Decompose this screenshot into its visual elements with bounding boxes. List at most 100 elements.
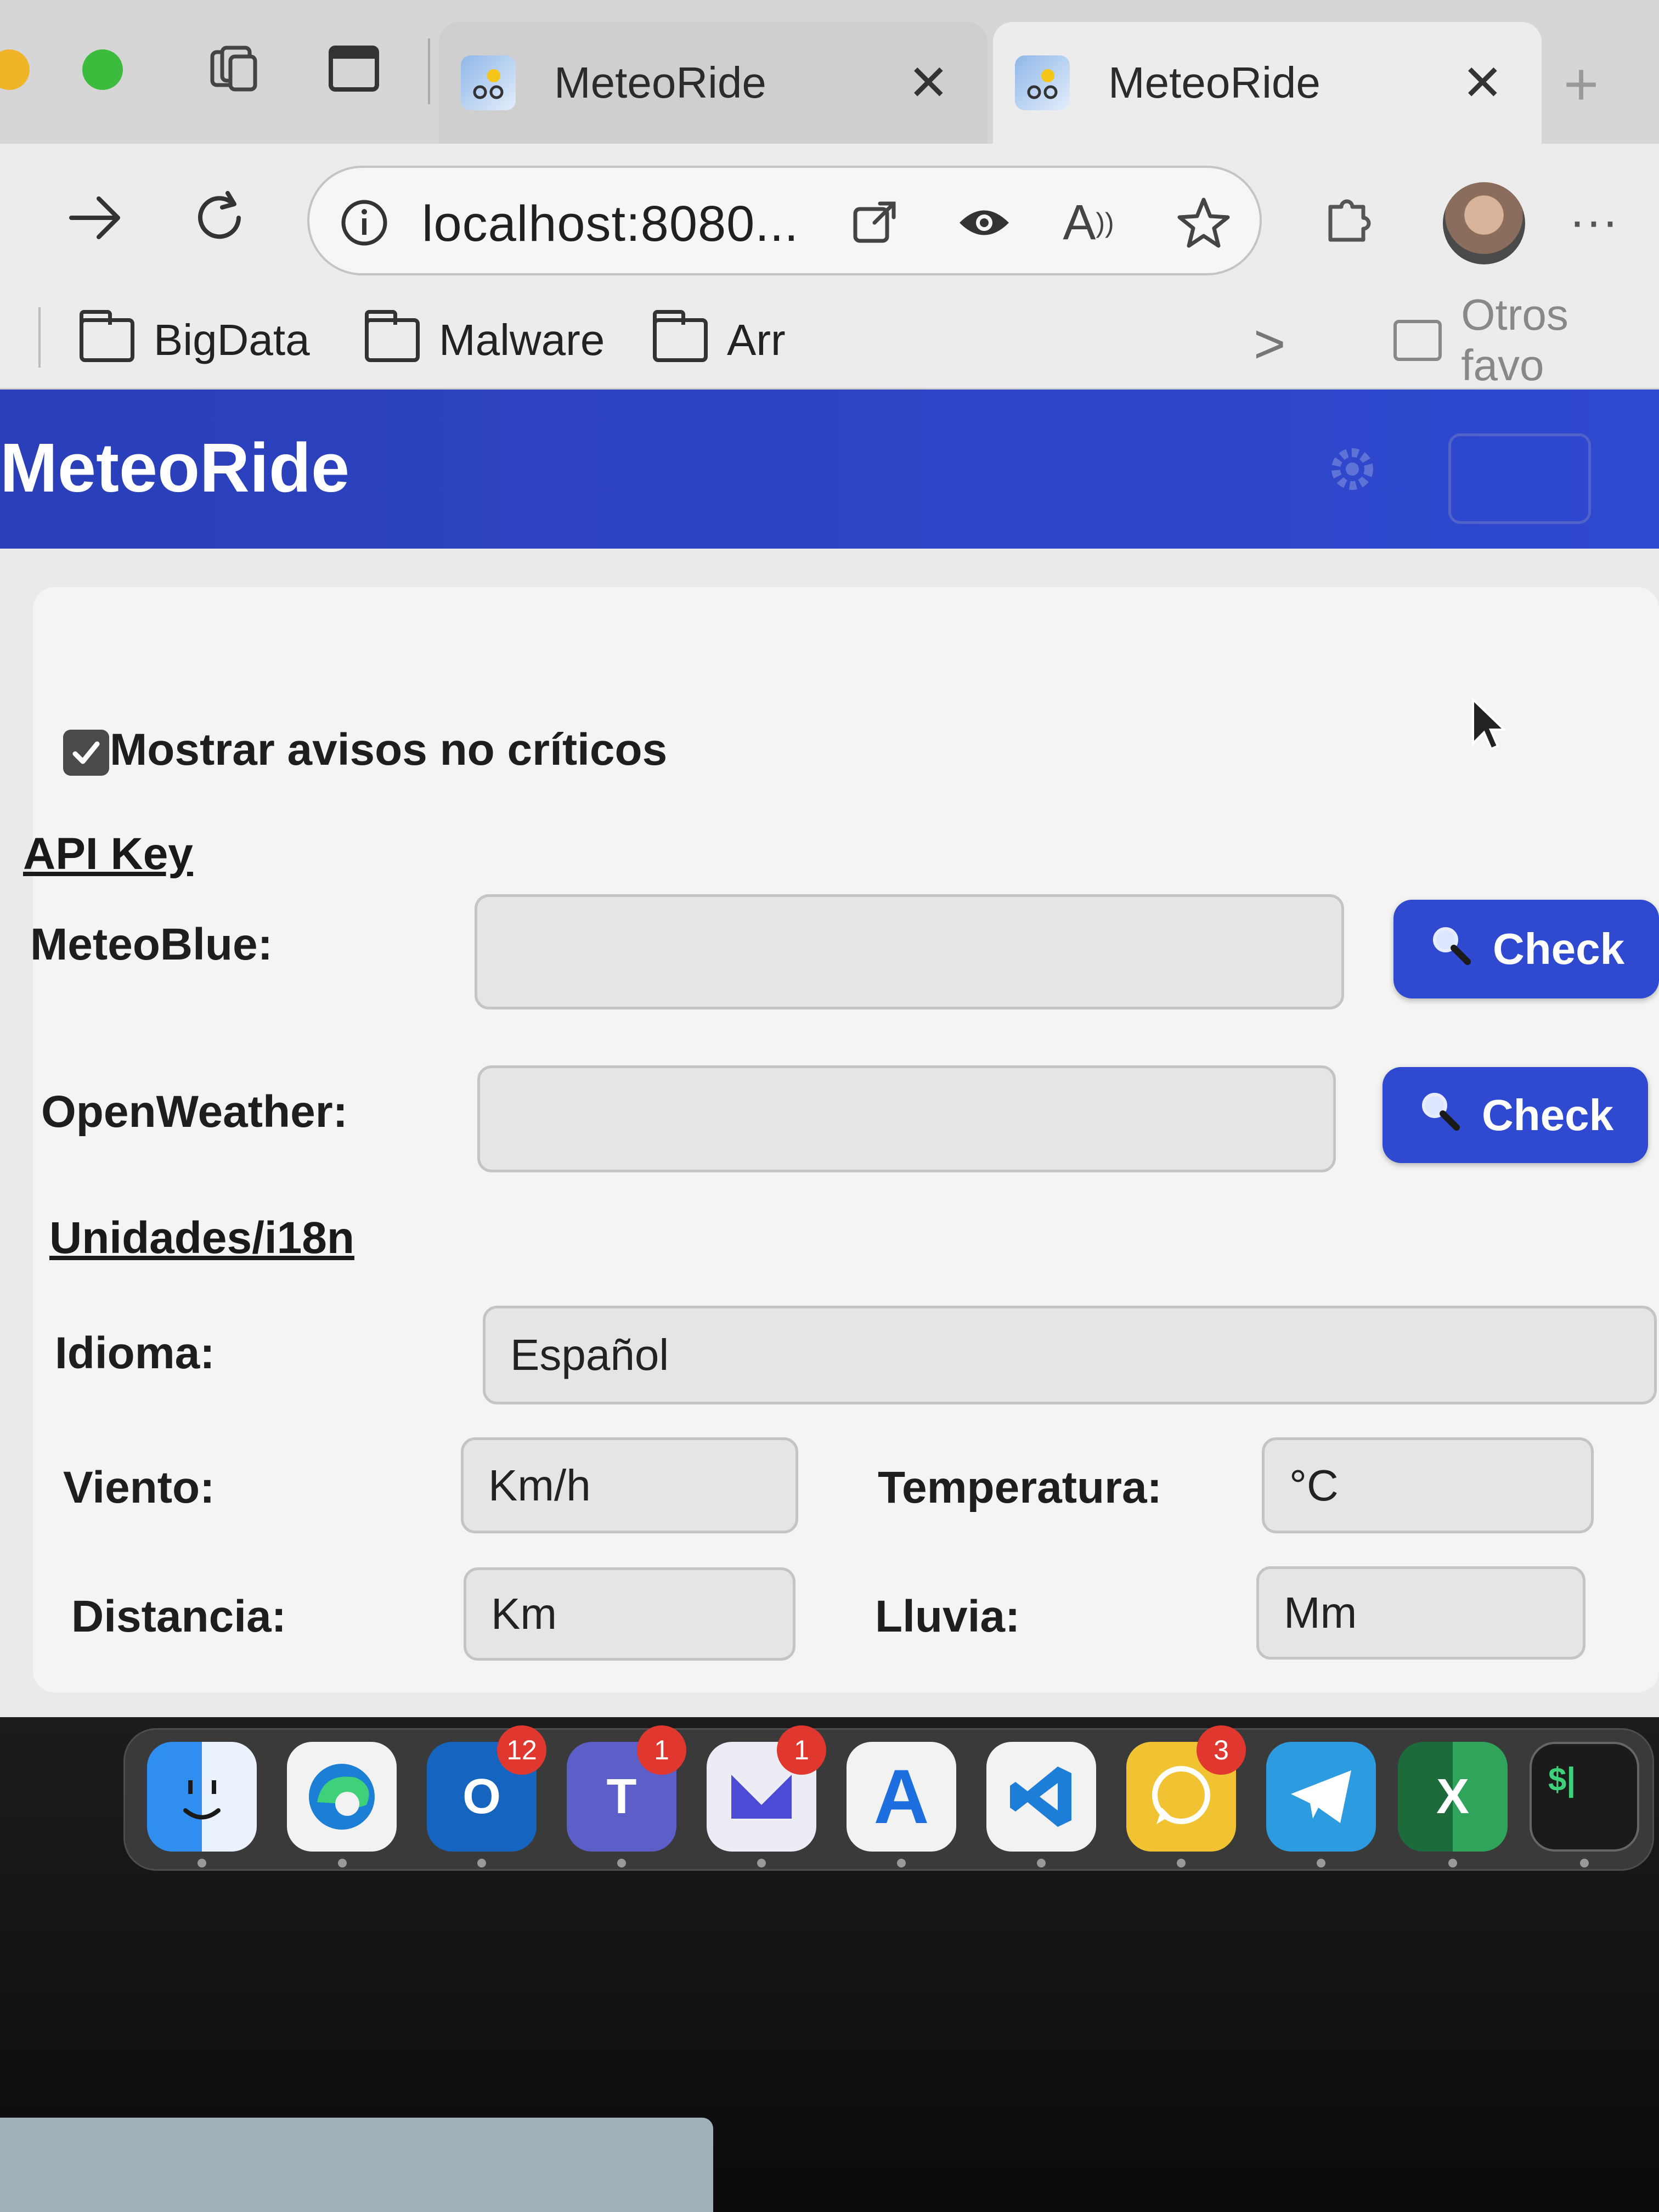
vscode-app-icon[interactable] [986, 1742, 1096, 1852]
openweather-api-key-input[interactable] [477, 1065, 1336, 1172]
terminal-app-icon[interactable]: $| [1530, 1742, 1639, 1852]
running-indicator [338, 1859, 347, 1867]
show-warnings-label[interactable]: Mostrar avisos no críticos [110, 724, 667, 776]
rain-unit-select[interactable]: Mm [1256, 1566, 1585, 1660]
extensions-icon[interactable] [1306, 177, 1388, 259]
app-title: MeteoRide [0, 429, 350, 506]
profile-avatar[interactable] [1443, 182, 1525, 264]
minimize-window-button[interactable] [0, 49, 30, 90]
finder-app-icon[interactable] [147, 1742, 257, 1852]
running-indicator [1177, 1859, 1186, 1867]
refresh-button[interactable] [178, 177, 261, 259]
more-menu-icon[interactable]: ··· [1569, 193, 1618, 250]
favorite-star-icon[interactable] [1171, 190, 1237, 256]
temperature-unit-select[interactable]: °C [1262, 1437, 1594, 1533]
search-icon [1428, 922, 1472, 977]
read-aloud-icon[interactable]: A)) [1056, 190, 1121, 256]
meteoride-favicon [461, 55, 516, 110]
open-in-app-icon[interactable] [842, 190, 907, 256]
laptop-bezel [0, 2118, 713, 2212]
bookmark-other-favorites[interactable]: Otros favo [1393, 290, 1659, 390]
search-icon [1417, 1088, 1461, 1142]
chevron-right-icon[interactable]: > [1254, 313, 1285, 376]
running-indicator [1448, 1859, 1457, 1867]
units-section-title: Unidades/i18n [49, 1213, 354, 1263]
running-indicator [1580, 1859, 1589, 1867]
running-indicator [477, 1859, 486, 1867]
bookmark-arr[interactable]: Arr [653, 307, 786, 373]
folder-icon [365, 310, 420, 362]
bookmark-label: Otros favo [1461, 290, 1568, 390]
maximize-window-button[interactable] [82, 49, 123, 90]
settings-gear-icon[interactable] [1317, 433, 1388, 505]
outlook-app-icon[interactable]: O 12 [427, 1725, 546, 1852]
meteoblue-label: MeteoBlue: [30, 919, 273, 969]
distance-label: Distancia: [71, 1592, 286, 1641]
whatsapp-app-icon[interactable]: 3 [1126, 1725, 1246, 1852]
header-action-button[interactable] [1448, 433, 1591, 524]
bookmark-divider [38, 307, 41, 368]
tab-title: MeteoRide [554, 58, 766, 107]
excel-glyph: X [1436, 1769, 1470, 1824]
notification-badge: 1 [777, 1725, 826, 1775]
folder-icon [1393, 319, 1442, 361]
running-indicator [897, 1859, 906, 1867]
check-button-label: Check [1481, 1090, 1614, 1139]
running-indicator [198, 1859, 206, 1867]
settings-page: Mostrar avisos no críticos API Key Meteo… [0, 549, 1659, 1717]
app-header: MeteoRide [0, 390, 1659, 549]
eye-icon[interactable] [951, 190, 1017, 256]
check-meteoblue-button[interactable]: Check [1393, 900, 1659, 998]
rain-label: Lluvia: [875, 1592, 1020, 1641]
running-indicator [1037, 1859, 1046, 1867]
wind-unit-select[interactable]: Km/h [461, 1437, 798, 1533]
running-indicator [757, 1859, 766, 1867]
app-store-icon[interactable]: A [847, 1742, 956, 1852]
tab-divider [428, 38, 430, 104]
site-info-icon[interactable] [331, 190, 397, 256]
wind-label: Viento: [63, 1463, 215, 1513]
bookmark-label: Arr [727, 315, 786, 364]
meteoride-favicon [1015, 55, 1070, 110]
macos-dock: O 12 T 1 1 A 3 X $| [123, 1725, 1654, 1871]
settings-panel: Mostrar avisos no críticos API Key Meteo… [23, 587, 1659, 1692]
check-openweather-button[interactable]: Check [1383, 1067, 1648, 1163]
notification-badge: 12 [497, 1725, 546, 1775]
tab-meteoride-1[interactable]: MeteoRide ✕ [439, 22, 988, 144]
telegram-app-icon[interactable] [1266, 1742, 1376, 1852]
language-label: Idioma: [55, 1328, 215, 1378]
running-indicator [617, 1859, 626, 1867]
show-warnings-checkbox[interactable] [63, 730, 109, 776]
running-indicator [1317, 1859, 1325, 1867]
forward-button[interactable] [55, 177, 137, 259]
teams-glyph: T [606, 1769, 637, 1824]
mouse-cursor-icon [1470, 697, 1509, 754]
address-bar[interactable]: localhost:8080... A)) [307, 166, 1262, 275]
bookmark-malware[interactable]: Malware [365, 307, 605, 373]
close-tab-icon[interactable]: ✕ [1462, 54, 1503, 112]
folder-icon [653, 310, 708, 362]
bookmark-label: BigData [154, 315, 310, 364]
bookmark-bigdata[interactable]: BigData [80, 307, 310, 373]
workspaces-icon[interactable] [203, 38, 263, 99]
browser-toolbar: localhost:8080... A)) ··· [0, 144, 1659, 291]
meteoblue-api-key-input[interactable] [475, 894, 1344, 1009]
tab-title: MeteoRide [1108, 58, 1321, 107]
tab-meteoride-2[interactable]: MeteoRide ✕ [993, 22, 1542, 144]
vertical-tabs-icon[interactable] [324, 38, 384, 99]
edge-app-icon[interactable] [287, 1742, 397, 1852]
teams-app-icon[interactable]: T 1 [567, 1725, 686, 1852]
bookmark-label: Malware [439, 315, 605, 364]
distance-unit-select[interactable]: Km [464, 1567, 795, 1661]
new-tab-icon[interactable]: + [1564, 49, 1599, 119]
mail-app-icon[interactable]: 1 [707, 1725, 826, 1852]
language-select[interactable]: Español [483, 1306, 1657, 1404]
bookmarks-bar: BigData Malware Arr > Otros favo [0, 290, 1659, 390]
url-text[interactable]: localhost:8080... [422, 195, 799, 253]
openweather-label: OpenWeather: [41, 1087, 348, 1137]
terminal-glyph: $| [1548, 1761, 1576, 1798]
notification-badge: 3 [1197, 1725, 1246, 1775]
excel-app-icon[interactable]: X [1398, 1742, 1508, 1852]
close-tab-icon[interactable]: ✕ [908, 54, 949, 112]
api-key-section-title: API Key [23, 829, 193, 879]
